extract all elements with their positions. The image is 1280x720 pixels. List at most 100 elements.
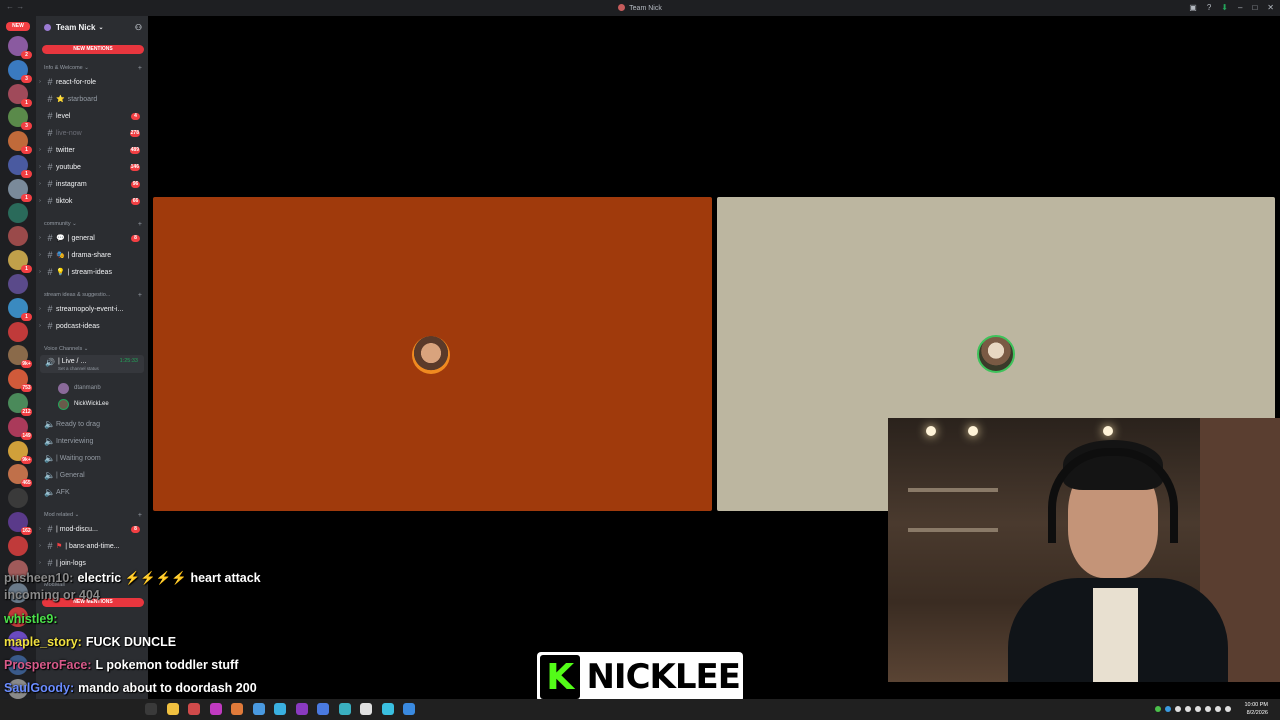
channel-join-logs[interactable]: › # | join-logs [36,556,148,570]
app-icon[interactable] [360,703,372,715]
voice-waiting-room[interactable]: 🔈 | Waiting room [36,451,148,465]
tray-icon[interactable] [1225,706,1231,712]
hash-icon: # [47,179,53,189]
voice-afk[interactable]: 🔈 AFK [36,485,148,499]
add-channel-icon[interactable]: + [138,292,142,299]
server-icon[interactable]: 1 [8,178,32,202]
minimize-icon[interactable]: – [1238,3,1242,12]
voice-ready-to-drag[interactable]: 🔈 Ready to drag [36,417,148,431]
server-icon[interactable]: 3 [8,59,32,83]
download-icon[interactable]: ⬇ [1221,3,1228,12]
channel-general[interactable]: › # 💬 | general 8 [36,231,148,245]
server-icon[interactable]: 3 [8,107,32,131]
server-icon[interactable]: 1 [8,131,32,155]
new-servers-pill[interactable]: NEW [6,22,30,31]
channel-bans-and-time[interactable]: › # ⚑ | bans-and-time... [36,539,148,553]
server-icon[interactable]: 1 [8,155,32,178]
server-icon[interactable] [8,321,28,342]
app-icon[interactable] [209,703,222,715]
voice-channel-live[interactable]: 🔊 | Live / ... 1:25:33 Set a channel sta… [40,355,144,373]
channel-react-for-role[interactable]: › # react-for-role [36,75,148,89]
server-icon[interactable]: 1 [8,297,32,321]
category-mod[interactable]: Mod related ⌄ + [44,512,144,519]
chrome-icon[interactable] [166,703,179,715]
start-icon[interactable] [145,703,157,715]
hash-icon: # [47,196,53,206]
add-user-icon[interactable]: ⚇ [135,23,142,32]
server-icon[interactable] [8,274,28,294]
category-community[interactable]: community ⌄ + [44,221,144,228]
tray-icon[interactable] [1165,706,1171,712]
chat-text: FUCK DUNCLE [85,635,177,649]
server-icon[interactable]: 465 [8,464,32,488]
inbox-icon[interactable]: ▣ [1189,3,1197,12]
category-info[interactable]: Info & Welcome ⌄ + [44,65,144,72]
tray-icon[interactable] [1215,706,1221,712]
server-icon[interactable] [8,535,28,556]
app-icon[interactable] [231,703,243,715]
app-icon[interactable] [317,703,329,715]
server-icon[interactable]: 149 [8,416,32,440]
channel-mod-discu[interactable]: › # | mod-discu... 8 [36,522,148,536]
app-icon[interactable] [338,703,351,715]
server-icon[interactable]: 9k+ [8,345,32,369]
channel-instagram[interactable]: › # instagram 96 [36,177,148,191]
category-voice[interactable]: Voice Channels ⌄ [44,346,144,352]
guild-header[interactable]: Team Nick ⌄ ⚇ [36,16,148,38]
maximize-icon[interactable]: □ [1252,3,1257,12]
server-icon[interactable] [8,226,28,247]
help-icon[interactable]: ? [1207,3,1211,12]
mention-badge: 278 [129,129,140,137]
new-mentions-top[interactable]: NEW MENTIONS [42,45,144,54]
channel-streamopoly[interactable]: › # streamopoly-event-i... [36,302,148,316]
server-icon[interactable]: 753 [8,369,32,393]
channel-live-now[interactable]: # live-now 278 [36,126,148,140]
app-icon[interactable] [295,703,308,715]
voice-general[interactable]: 🔈 | General [36,468,148,482]
hash-icon: # [47,250,53,260]
clock-date: 8/2/2026 [1246,710,1268,716]
server-badge: 1 [21,312,32,321]
channel-stream-ideas[interactable]: › # 💡 | stream-ideas [36,265,148,279]
add-channel-icon[interactable]: + [138,65,142,72]
channel-label: live-now [56,129,82,137]
server-icon[interactable]: 162 [8,512,32,535]
app-icon[interactable] [403,703,415,715]
server-icon[interactable] [8,202,28,223]
tray-icon[interactable] [1155,706,1161,712]
channel-starboard[interactable]: # ⭐ starboard [36,92,148,106]
close-icon[interactable]: ✕ [1267,3,1274,12]
app-icon[interactable] [274,703,286,715]
participant-tile-left[interactable] [153,197,712,511]
tray-icon[interactable] [1185,706,1191,712]
server-icon[interactable]: 1 [8,250,32,274]
category-label: Mod related [44,512,74,518]
voice-user[interactable]: dtanmanb [58,381,101,395]
browser-icon[interactable] [188,703,200,715]
add-channel-icon[interactable]: + [138,512,142,519]
channel-youtube[interactable]: › # youtube 146 [36,160,148,174]
edge-icon[interactable] [381,703,394,715]
channel-podcast-ideas[interactable]: › # podcast-ideas [36,319,148,333]
tray-icon[interactable] [1175,706,1181,712]
channel-level[interactable]: # level 4 [36,109,148,123]
voice-user-self[interactable]: NickWickLee [58,397,109,411]
category-stream-ideas[interactable]: stream ideas & suggestio... + [44,292,144,299]
add-channel-icon[interactable]: + [138,221,142,228]
clock-time: 10:00 PM [1244,702,1268,708]
server-icon[interactable]: 9k+ [8,440,32,464]
voice-interviewing[interactable]: 🔈 Interviewing [36,434,148,448]
tray-icon[interactable] [1205,706,1211,712]
channel-status[interactable]: Set a channel status [58,366,99,371]
channel-tiktok[interactable]: › # tiktok 66 [36,194,148,208]
files-icon[interactable] [252,703,265,715]
server-icon[interactable]: 2 [8,36,32,59]
server-icon[interactable] [8,488,28,509]
clock[interactable]: 10:00 PM 8/2/2026 [1244,701,1268,717]
channel-drama-share[interactable]: › # 🎭 | drama-share [36,248,148,262]
tray-icon[interactable] [1195,706,1201,712]
server-icon[interactable]: 212 [8,393,32,416]
chevron-down-icon: ⌄ [73,512,80,518]
server-icon[interactable]: 1 [8,83,32,107]
channel-twitter[interactable]: › # twitter 489 [36,143,148,157]
